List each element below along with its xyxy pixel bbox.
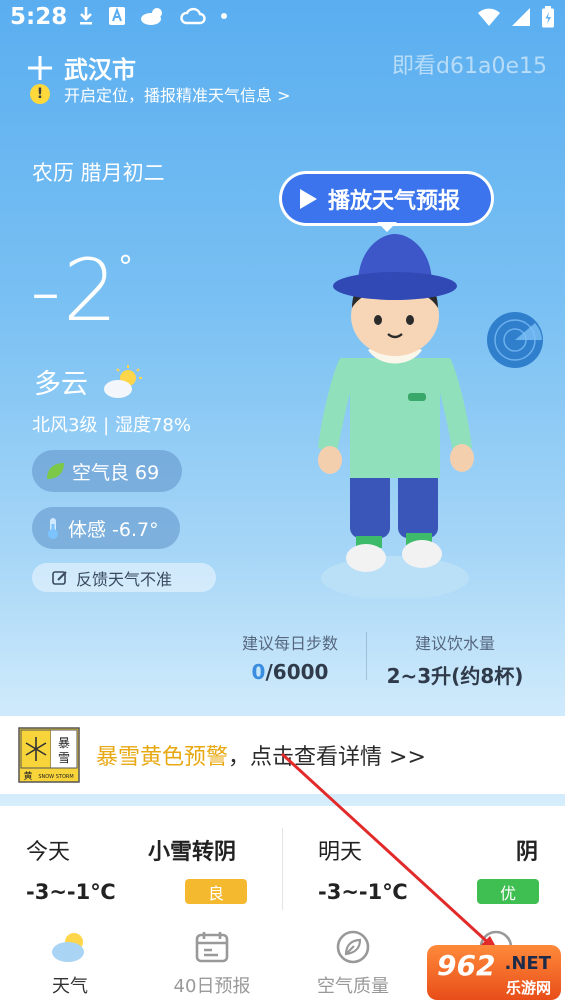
condition-row: 多云 bbox=[34, 362, 144, 401]
lunar-date: 农历 腊月初二 bbox=[32, 161, 165, 185]
watermark-net: .NET bbox=[504, 953, 551, 974]
leaf-icon bbox=[47, 463, 64, 479]
steps-suggestion: 建议每日步数 0/6000 bbox=[230, 630, 350, 684]
tab-weather-label: 天气 bbox=[52, 976, 88, 997]
radar-icon[interactable] bbox=[486, 311, 544, 369]
add-city-icon[interactable] bbox=[26, 54, 54, 82]
enable-location-link[interactable]: ! 开启定位，播报精准天气信息 > bbox=[30, 82, 291, 106]
download-icon bbox=[80, 7, 92, 25]
tab-air-quality[interactable]: 空气质量 bbox=[293, 930, 413, 998]
health-divider bbox=[366, 632, 367, 680]
aqi-button[interactable]: 空气良 69 bbox=[32, 450, 182, 492]
dot-icon bbox=[221, 13, 227, 19]
steps-label: 建议每日步数 bbox=[241, 634, 338, 653]
today-label: 今天 bbox=[26, 840, 71, 865]
alert-icon-text-1: 暴 bbox=[58, 736, 70, 750]
alert-title: 暴雪黄色预警 bbox=[96, 745, 229, 770]
avatar-character[interactable] bbox=[310, 228, 480, 598]
play-forecast-inner: 播放天气预报 bbox=[282, 174, 491, 223]
current-temperature: -2 bbox=[30, 241, 120, 341]
thermometer-icon bbox=[48, 518, 58, 539]
cloud-notification-icon bbox=[180, 7, 206, 25]
partly-cloudy-icon bbox=[104, 364, 142, 398]
snowstorm-warning-icon: 暴 雪 黄 SNOW STORM bbox=[18, 727, 80, 783]
feels-like-label: 体感 -6.7° bbox=[68, 518, 159, 541]
alert-detail-link: ，点击查看详情 >> bbox=[228, 745, 426, 770]
system-icons bbox=[477, 6, 555, 28]
forecast-divider bbox=[282, 828, 283, 910]
weather-tab-icon bbox=[52, 933, 84, 962]
aqi-label: 空气良 69 bbox=[72, 461, 160, 484]
snowstorm-alert-banner[interactable]: 暴 雪 黄 SNOW STORM 暴雪黄色预警 ，点击查看详情 >> bbox=[0, 716, 565, 794]
alert-icon-en: SNOW STORM bbox=[38, 774, 73, 780]
battery-icon bbox=[542, 6, 554, 28]
today-temp: -3~-1℃ bbox=[26, 880, 116, 904]
app-notification-icon bbox=[109, 7, 125, 25]
steps-value: 0/6000 bbox=[230, 660, 350, 684]
water-value: 2~3升(约8杯) bbox=[386, 664, 524, 688]
watermark-logo: 962 bbox=[437, 949, 496, 982]
tomorrow-aqi-badge: 优 bbox=[477, 879, 539, 904]
tab-air-quality-label: 空气质量 bbox=[317, 976, 389, 997]
device-id: 即看d61a0e15 bbox=[392, 54, 547, 79]
alert-icon-text-2: 雪 bbox=[58, 751, 70, 765]
air-quality-icon bbox=[336, 930, 370, 964]
status-bar: 5:28 bbox=[0, 0, 565, 38]
play-forecast-button[interactable]: 播放天气预报 bbox=[279, 171, 494, 226]
status-time: 5:28 bbox=[10, 4, 68, 30]
feels-like-button[interactable]: 体感 -6.7° bbox=[32, 507, 180, 549]
steps-current: 0 bbox=[251, 660, 266, 684]
wind-humidity: 北风3级 | 湿度78% bbox=[32, 415, 191, 436]
today-aqi-badge: 良 bbox=[185, 879, 247, 904]
notification-icons bbox=[78, 6, 228, 26]
location-hint-text: 开启定位，播报精准天气信息 > bbox=[64, 86, 291, 105]
water-suggestion: 建议饮水量 2~3升(约8杯) bbox=[380, 630, 530, 689]
edit-icon bbox=[52, 570, 67, 585]
play-icon bbox=[300, 188, 317, 209]
wifi-icon bbox=[478, 8, 500, 26]
tab-weather[interactable]: 天气 bbox=[10, 930, 130, 998]
tomorrow-condition: 阴 bbox=[516, 840, 539, 865]
city-selector[interactable]: 武汉市 bbox=[26, 50, 136, 85]
tab-40day-forecast[interactable]: 40日预报 bbox=[152, 930, 272, 998]
water-label: 建议饮水量 bbox=[414, 634, 495, 653]
feedback-button[interactable]: 反馈天气不准 bbox=[32, 563, 216, 592]
site-watermark: 962 .NET 乐游网 bbox=[427, 945, 561, 1000]
today-condition: 小雪转阴 bbox=[148, 840, 237, 865]
weather-condition: 多云 bbox=[34, 369, 88, 400]
signal-icon bbox=[512, 8, 530, 26]
warning-icon: ! bbox=[30, 84, 50, 104]
alert-icon-level: 黄 bbox=[23, 770, 32, 782]
tomorrow-temp: -3~-1℃ bbox=[318, 880, 408, 904]
play-forecast-label: 播放天气预报 bbox=[328, 188, 461, 214]
steps-target: /6000 bbox=[265, 660, 329, 684]
watermark-sub: 乐游网 bbox=[505, 979, 551, 997]
feedback-label: 反馈天气不准 bbox=[76, 569, 173, 589]
tomorrow-label: 明天 bbox=[318, 840, 363, 865]
weather-notification-icon bbox=[141, 8, 162, 25]
calendar-icon bbox=[195, 932, 229, 963]
city-name: 武汉市 bbox=[64, 56, 136, 84]
temperature-unit: ° bbox=[118, 250, 133, 285]
tab-40day-label: 40日预报 bbox=[173, 976, 251, 997]
